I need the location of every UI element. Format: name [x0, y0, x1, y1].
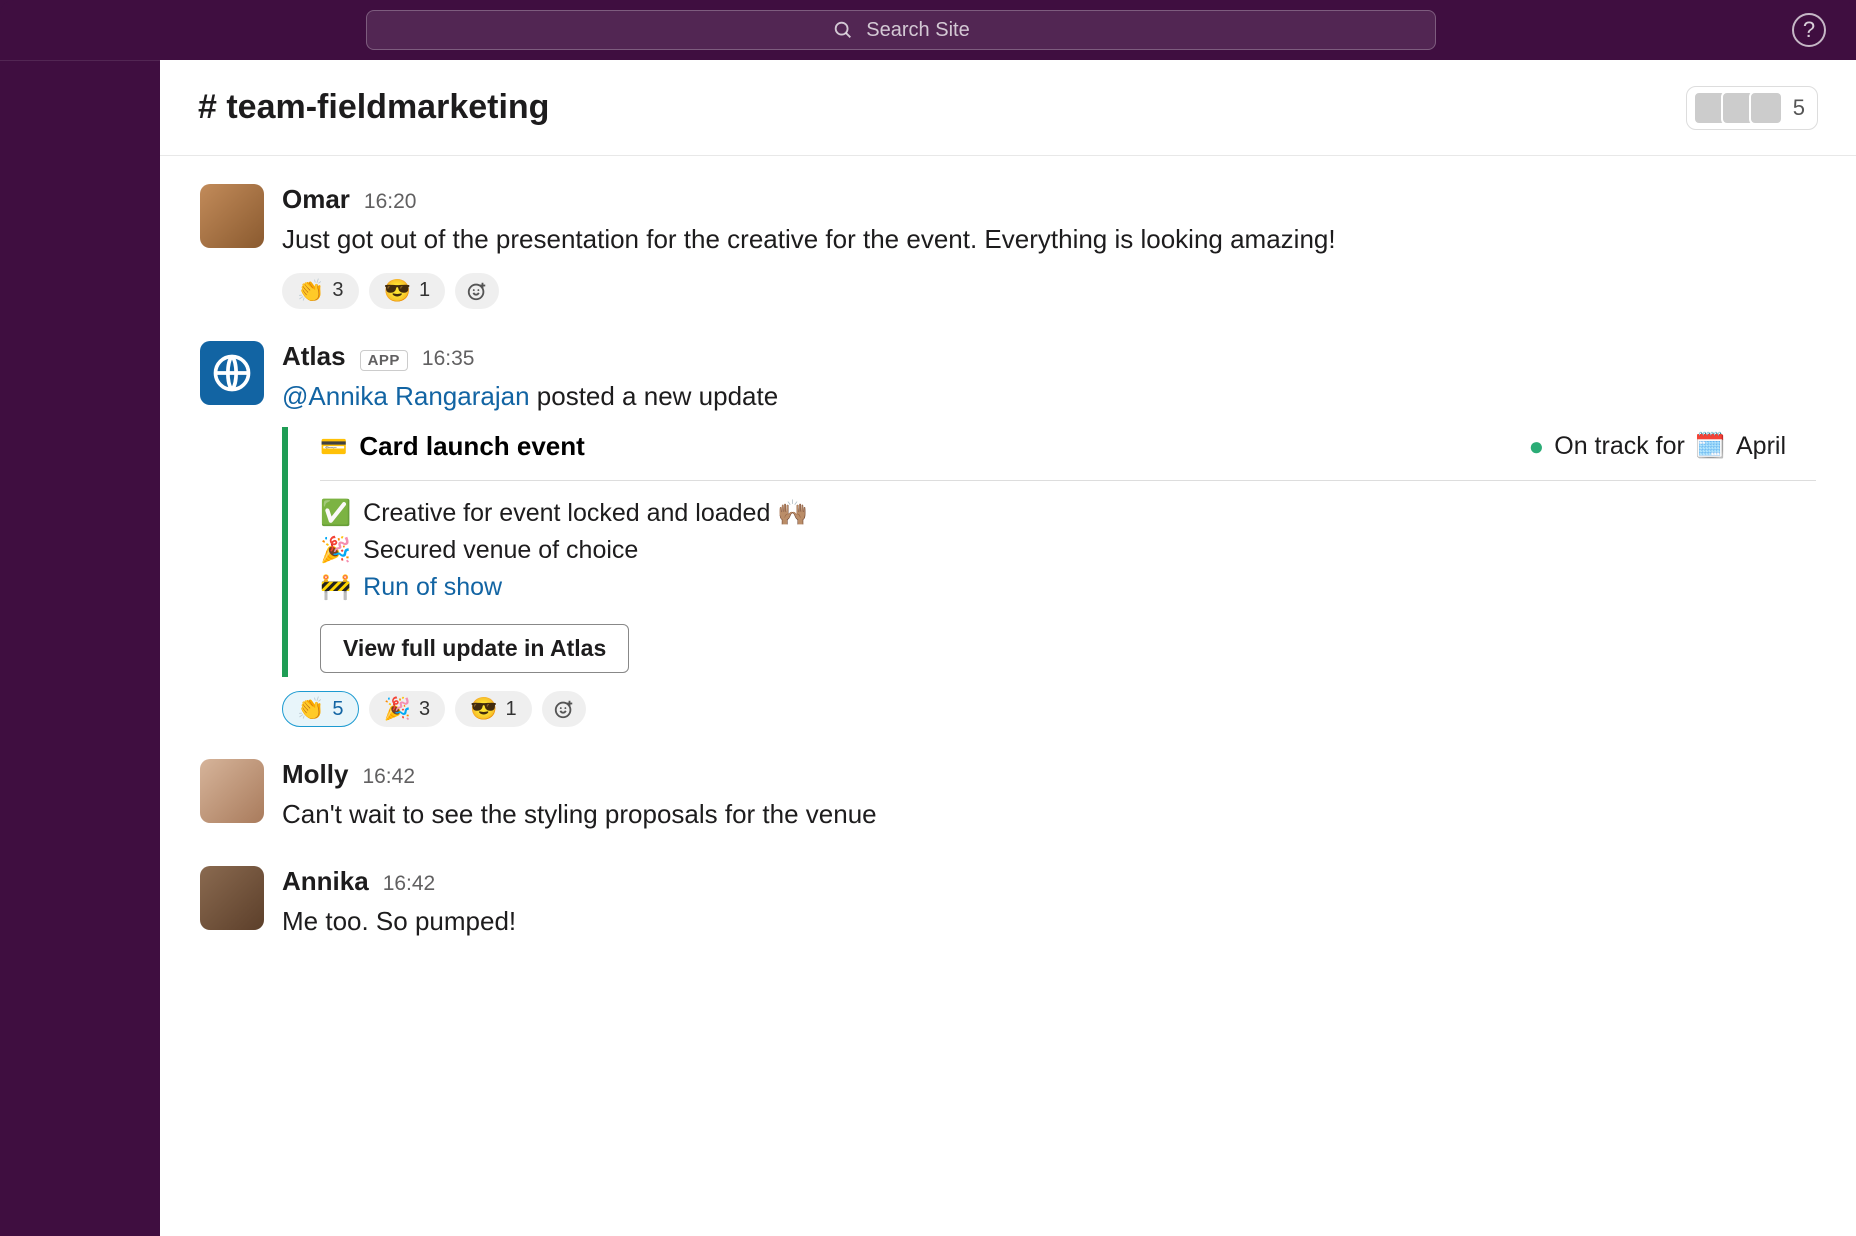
reaction-count: 3 — [419, 698, 430, 721]
add-reaction-icon — [466, 280, 488, 302]
channel-header: # team-fieldmarketing 5 — [160, 60, 1856, 156]
message-list[interactable]: Omar 16:20 Just got out of the presentat… — [160, 156, 1856, 1236]
attachment-title[interactable]: 💳 Card launch event — [320, 431, 585, 462]
message-timestamp: 16:20 — [364, 190, 417, 214]
mention-suffix: posted a new update — [530, 381, 779, 411]
message-author[interactable]: Annika — [282, 866, 369, 897]
party-icon: 🎉 — [320, 536, 351, 565]
message-text: Me too. So pumped! — [282, 903, 1816, 941]
reaction-bar: 👏 3 😎 1 — [282, 273, 1816, 309]
sidebar — [0, 60, 160, 1236]
attachment-block: 💳 Card launch event ● On track for 🗓️ Ap… — [282, 427, 1816, 677]
add-reaction-button[interactable] — [542, 691, 586, 727]
sunglasses-icon: 😎 — [384, 278, 411, 304]
message-text: Can't wait to see the styling proposals … — [282, 796, 1816, 834]
reaction-pill[interactable]: 👏 3 — [282, 273, 359, 309]
attachment-item-text: Secured venue of choice — [363, 536, 638, 565]
message: Omar 16:20 Just got out of the presentat… — [200, 174, 1816, 331]
avatar[interactable] — [200, 759, 264, 823]
attachment-title-text: Card launch event — [359, 431, 584, 462]
raised-hands-icon: 🙌🏽 — [777, 499, 808, 527]
reaction-pill[interactable]: 🎉 3 — [369, 691, 446, 727]
avatar-stack — [1693, 91, 1783, 125]
party-icon: 🎉 — [384, 696, 411, 722]
message-timestamp: 16:35 — [422, 347, 475, 371]
channel-name[interactable]: # team-fieldmarketing — [198, 88, 549, 127]
card-icon: 💳 — [320, 434, 347, 460]
status-dot-icon: ● — [1529, 431, 1545, 462]
search-icon — [832, 19, 854, 41]
reaction-bar: 👏 5 🎉 3 😎 1 — [282, 691, 1816, 727]
attachment-status: ● On track for 🗓️ April — [1529, 431, 1786, 462]
message-text: @Annika Rangarajan posted a new update — [282, 378, 1816, 416]
main-panel: # team-fieldmarketing 5 Omar 16:20 — [160, 60, 1856, 1236]
search-input[interactable]: Search Site — [366, 10, 1436, 50]
reaction-count: 1 — [419, 279, 430, 302]
reaction-count: 3 — [332, 279, 343, 302]
user-mention[interactable]: @Annika Rangarajan — [282, 381, 530, 411]
status-prefix: On track for — [1554, 432, 1685, 461]
message-author[interactable]: Atlas — [282, 341, 346, 372]
attachment-item: 🎉 Secured venue of choice — [320, 536, 1816, 565]
message: Atlas APP 16:35 @Annika Rangarajan poste… — [200, 331, 1816, 750]
reaction-pill[interactable]: 😎 1 — [369, 273, 446, 309]
construction-icon: 🚧 — [320, 573, 351, 602]
message-timestamp: 16:42 — [362, 765, 415, 789]
top-bar: Search Site ? — [0, 0, 1856, 60]
message: Annika 16:42 Me too. So pumped! — [200, 856, 1816, 963]
check-icon: ✅ — [320, 499, 351, 528]
attachment-item-text: Creative for event locked and loaded 🙌🏽 — [363, 499, 808, 528]
attachment-item: ✅ Creative for event locked and loaded 🙌… — [320, 499, 1816, 528]
avatar[interactable] — [200, 341, 264, 405]
reaction-count: 5 — [332, 698, 343, 721]
calendar-icon: 🗓️ — [1695, 432, 1726, 461]
reaction-pill[interactable]: 😎 1 — [455, 691, 532, 727]
message-text: Just got out of the presentation for the… — [282, 221, 1816, 259]
help-icon[interactable]: ? — [1792, 13, 1826, 47]
reaction-count: 1 — [505, 698, 516, 721]
attachment-item-link[interactable]: Run of show — [363, 573, 502, 602]
message: Molly 16:42 Can't wait to see the stylin… — [200, 749, 1816, 856]
attachment-item: 🚧 Run of show — [320, 573, 1816, 602]
member-avatar — [1749, 91, 1783, 125]
avatar[interactable] — [200, 184, 264, 248]
app-badge: APP — [360, 350, 408, 371]
reaction-pill[interactable]: 👏 5 — [282, 691, 359, 727]
member-count: 5 — [1793, 95, 1805, 121]
message-timestamp: 16:42 — [383, 872, 436, 896]
clap-icon: 👏 — [297, 696, 324, 722]
members-button[interactable]: 5 — [1686, 86, 1818, 130]
avatar[interactable] — [200, 866, 264, 930]
message-author[interactable]: Omar — [282, 184, 350, 215]
add-reaction-button[interactable] — [455, 273, 499, 309]
view-full-update-button[interactable]: View full update in Atlas — [320, 624, 629, 673]
status-date: April — [1736, 432, 1786, 461]
atlas-app-icon — [210, 351, 254, 395]
sunglasses-icon: 😎 — [470, 696, 497, 722]
add-reaction-icon — [553, 698, 575, 720]
search-placeholder: Search Site — [866, 19, 969, 42]
clap-icon: 👏 — [297, 278, 324, 304]
message-author[interactable]: Molly — [282, 759, 348, 790]
